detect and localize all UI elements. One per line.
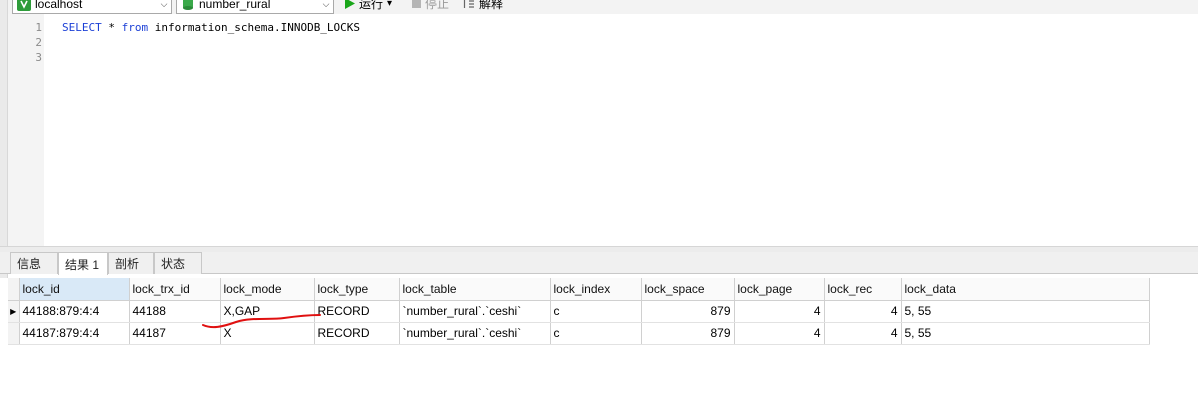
row-indicator bbox=[8, 322, 20, 345]
column-header-lock-trx-id[interactable]: lock_trx_id bbox=[129, 278, 221, 301]
header-row: lock_id lock_trx_id lock_mode lock_type … bbox=[8, 278, 1150, 301]
database-name: number_rural bbox=[199, 0, 271, 11]
tab-profile-label: 剖析 bbox=[115, 257, 140, 271]
cell-lock-table[interactable]: `number_rural`.`ceshi` bbox=[399, 322, 551, 345]
column-header-lock-rec[interactable]: lock_rec bbox=[824, 278, 902, 301]
cell-lock-trx-id[interactable]: 44188 bbox=[129, 300, 221, 323]
stop-label: 停止 bbox=[425, 0, 450, 11]
cell-lock-index[interactable]: c bbox=[550, 300, 642, 323]
connection-select[interactable]: localhost ⌵ bbox=[12, 0, 172, 14]
cell-lock-id[interactable]: 44188:879:4:4 bbox=[19, 300, 130, 323]
stop-button[interactable]: 停止 bbox=[412, 0, 449, 11]
column-header-lock-space[interactable]: lock_space bbox=[641, 278, 735, 301]
cell-lock-table[interactable]: `number_rural`.`ceshi` bbox=[399, 300, 551, 323]
results-grid: lock_id lock_trx_id lock_mode lock_type … bbox=[0, 278, 1198, 401]
cell-lock-data[interactable]: 5, 55 bbox=[901, 300, 1150, 323]
database-select[interactable]: number_rural ⌵ bbox=[176, 0, 334, 14]
sql-table-name: information_schema.INNODB_LOCKS bbox=[148, 21, 361, 34]
cell-lock-page[interactable]: 4 bbox=[734, 322, 825, 345]
cell-lock-rec[interactable]: 4 bbox=[824, 300, 902, 323]
explain-label: 解释 bbox=[479, 0, 504, 11]
table-row[interactable]: ▶ 44188:879:4:4 44188 X,GAP RECORD `numb… bbox=[8, 300, 1150, 323]
cell-lock-index[interactable]: c bbox=[550, 322, 642, 345]
line-number: 3 bbox=[35, 51, 42, 64]
sql-editor[interactable]: 1 2 3 SELECT * from information_schema.I… bbox=[0, 14, 1198, 246]
tab-info[interactable]: 信息 bbox=[10, 252, 58, 274]
cell-lock-space[interactable]: 879 bbox=[641, 322, 735, 345]
sql-keyword-select: SELECT bbox=[62, 21, 102, 34]
sql-keyword-from: from bbox=[121, 21, 149, 34]
column-header-lock-mode[interactable]: lock_mode bbox=[220, 278, 315, 301]
stop-icon bbox=[412, 0, 421, 8]
cell-lock-data[interactable]: 5, 55 bbox=[901, 322, 1150, 345]
column-header-lock-id[interactable]: lock_id bbox=[19, 278, 130, 301]
cell-lock-trx-id[interactable]: 44187 bbox=[129, 322, 221, 345]
cell-lock-space[interactable]: 879 bbox=[641, 300, 735, 323]
cell-lock-type[interactable]: RECORD bbox=[314, 322, 400, 345]
tab-info-label: 信息 bbox=[17, 257, 42, 271]
chevron-down-icon: ⌵ bbox=[160, 0, 168, 9]
run-button[interactable]: 运行 ▾ bbox=[345, 0, 392, 11]
chevron-down-icon: ⌵ bbox=[322, 0, 330, 9]
sql-code-line[interactable]: SELECT * from information_schema.INNODB_… bbox=[62, 21, 360, 34]
cell-lock-page[interactable]: 4 bbox=[734, 300, 825, 323]
column-header-lock-page[interactable]: lock_page bbox=[734, 278, 825, 301]
line-number: 1 bbox=[35, 21, 42, 34]
database-icon bbox=[183, 0, 193, 10]
cell-lock-rec[interactable]: 4 bbox=[824, 322, 902, 345]
row-indicator-header bbox=[8, 278, 20, 301]
tab-result-1[interactable]: 结果 1 bbox=[58, 252, 108, 275]
connection-name: localhost bbox=[35, 0, 83, 11]
cell-lock-mode[interactable]: X,GAP bbox=[220, 300, 315, 323]
column-header-lock-data[interactable]: lock_data bbox=[901, 278, 1150, 301]
current-row-arrow-icon: ▶ bbox=[8, 300, 20, 323]
line-number: 2 bbox=[35, 36, 42, 49]
cell-lock-id[interactable]: 44187:879:4:4 bbox=[19, 322, 130, 345]
table-row[interactable]: 44187:879:4:4 44187 X RECORD `number_rur… bbox=[8, 322, 1150, 345]
tab-profile[interactable]: 剖析 bbox=[108, 252, 154, 274]
connection-icon bbox=[17, 0, 31, 11]
toolbar: localhost ⌵ number_rural ⌵ 运行 ▾ 停止 解释 bbox=[0, 0, 1198, 14]
column-header-lock-table[interactable]: lock_table bbox=[399, 278, 551, 301]
play-icon bbox=[345, 0, 355, 9]
column-header-lock-index[interactable]: lock_index bbox=[550, 278, 642, 301]
results-table: lock_id lock_trx_id lock_mode lock_type … bbox=[8, 278, 1150, 345]
explain-icon bbox=[463, 0, 474, 8]
explain-button[interactable]: 解释 bbox=[461, 0, 503, 11]
run-dropdown-icon[interactable]: ▾ bbox=[387, 0, 392, 9]
cell-lock-type[interactable]: RECORD bbox=[314, 300, 400, 323]
cell-lock-mode[interactable]: X bbox=[220, 322, 315, 345]
sql-star: * bbox=[101, 21, 122, 34]
run-label: 运行 bbox=[359, 0, 384, 11]
tab-status[interactable]: 状态 bbox=[154, 252, 202, 274]
column-header-lock-type[interactable]: lock_type bbox=[314, 278, 400, 301]
result-tabs: 信息 结果 1 剖析 状态 bbox=[0, 252, 1198, 275]
tab-status-label: 状态 bbox=[161, 257, 186, 271]
tab-result-1-label: 结果 1 bbox=[65, 257, 100, 272]
